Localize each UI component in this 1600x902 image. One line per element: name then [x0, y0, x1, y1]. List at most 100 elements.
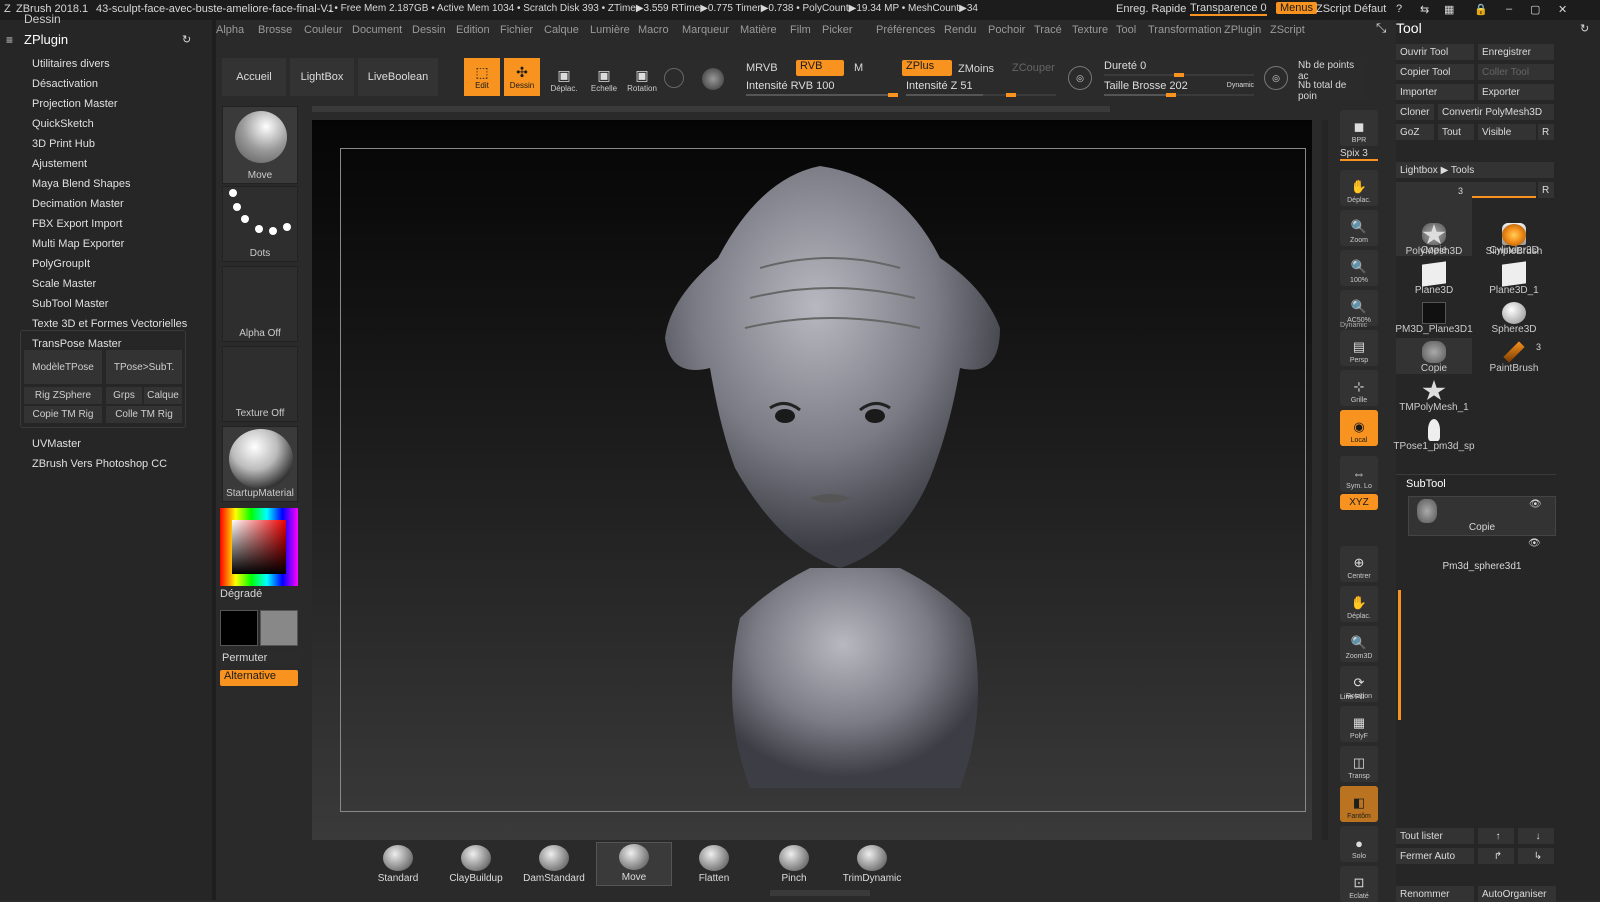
subtool-row[interactable]: Pm3d_sphere3d1 👁: [1408, 538, 1556, 574]
tool-button-9[interactable]: GoZ: [1396, 124, 1434, 140]
tool-button-4[interactable]: Coller Tool: [1478, 64, 1554, 80]
minimize-icon[interactable]: –: [1506, 3, 1512, 15]
rightbar-button-15[interactable]: ◧ Fantôm: [1340, 786, 1378, 822]
zplugin-item-12[interactable]: Scale Master: [32, 278, 96, 290]
claybuildup-brush-button[interactable]: ClayBuildup: [438, 842, 514, 886]
copy-tm-rig-button[interactable]: Copie TM Rig: [24, 406, 102, 423]
tool-tile-4[interactable]: SimpleBrush: [1476, 221, 1552, 257]
tool-button-8[interactable]: Convertir PolyMesh3D: [1438, 104, 1554, 120]
subtool-title[interactable]: SubTool: [1406, 478, 1446, 490]
switch-color-button[interactable]: Permuter: [220, 650, 298, 666]
move-brush-button[interactable]: Move: [596, 842, 672, 886]
zcut-button[interactable]: ZCouper: [1012, 62, 1055, 74]
main-color-swatch[interactable]: [220, 610, 258, 646]
menu-picker[interactable]: Picker: [822, 24, 853, 36]
sphere-icon[interactable]: [664, 68, 684, 88]
quick-save-button[interactable]: Enreg. Rapide: [1116, 3, 1186, 15]
transparency-slider[interactable]: Transparence 0: [1190, 2, 1267, 16]
tool-tile-3[interactable]: PolyMesh3D: [1396, 221, 1472, 257]
menus-button[interactable]: Menus: [1276, 2, 1318, 14]
lightbox-button[interactable]: LightBox: [290, 58, 354, 96]
hardness-slider[interactable]: Dureté 0: [1104, 60, 1254, 77]
line-fill-label[interactable]: Line Fill: [1340, 694, 1364, 701]
pinch-brush-button[interactable]: Pinch: [756, 842, 832, 886]
color-square[interactable]: [232, 520, 286, 574]
tool-panel-refresh-icon[interactable]: ↻: [1580, 22, 1589, 35]
tool-button-12[interactable]: R: [1538, 124, 1554, 140]
tool-panel-title[interactable]: Tool: [1396, 20, 1422, 36]
tool-tile-6[interactable]: Plane3D_1: [1476, 260, 1552, 296]
menu-pr-f-rences[interactable]: Préférences: [876, 24, 935, 36]
rightbar-button-10[interactable]: ✋ Déplac.: [1340, 586, 1378, 622]
rightbar-button-5[interactable]: ▤ Persp: [1340, 330, 1378, 366]
menu-zscript[interactable]: ZScript: [1270, 24, 1305, 36]
list-all-button[interactable]: Tout lister: [1396, 828, 1474, 844]
zplugin-item-8[interactable]: Decimation Master: [32, 198, 124, 210]
zbrush-photoshop-item[interactable]: ZBrush Vers Photoshop CC: [32, 458, 167, 470]
material-ball-icon[interactable]: [702, 68, 724, 90]
grps-button[interactable]: Grps: [106, 387, 142, 404]
close-icon[interactable]: ✕: [1558, 3, 1567, 16]
menu-fichier[interactable]: Fichier: [500, 24, 533, 36]
alpha-picker[interactable]: Alpha Off: [222, 266, 298, 342]
draw-button[interactable]: ✣ Dessin: [504, 58, 540, 96]
lock-icon[interactable]: 🔒: [1474, 3, 1488, 16]
rightbar-button-14[interactable]: ◫ Transp: [1340, 746, 1378, 782]
rightbar-button-9[interactable]: ⊕ Centrer: [1340, 546, 1378, 582]
redo-icon-button[interactable]: ↱: [1478, 848, 1514, 864]
tool-tile-7[interactable]: PM3D_Plane3D1: [1395, 299, 1473, 335]
spix-slider[interactable]: Spix 3: [1340, 148, 1378, 161]
menu-couleur[interactable]: Couleur: [304, 24, 343, 36]
menu-dessin[interactable]: Dessin: [412, 24, 446, 36]
layout-icon[interactable]: ▦: [1444, 3, 1454, 16]
menu-calque[interactable]: Calque: [544, 24, 579, 36]
flatten-brush-button[interactable]: Flatten: [676, 842, 752, 886]
xyz-symmetry-button[interactable]: XYZ: [1340, 494, 1378, 510]
rightbar-button-4[interactable]: 🔍 AC50%: [1340, 290, 1378, 326]
tool-button-3[interactable]: Copier Tool: [1396, 64, 1474, 80]
zplugin-item-7[interactable]: Maya Blend Shapes: [32, 178, 130, 190]
zplugin-item-1[interactable]: Utilitaires divers: [32, 58, 110, 70]
menu-film[interactable]: Film: [790, 24, 811, 36]
menu-pochoir[interactable]: Pochoir: [988, 24, 1025, 36]
menu-zplugin[interactable]: ZPlugin: [1224, 24, 1261, 36]
tool-button-5[interactable]: Importer: [1396, 84, 1474, 100]
liveboolean-button[interactable]: LiveBoolean: [358, 58, 438, 96]
dynamic-label[interactable]: Dynamic: [1227, 82, 1254, 89]
tool-tile-9[interactable]: Copie: [1396, 338, 1472, 374]
menu-trac-[interactable]: Tracé: [1034, 24, 1062, 36]
return-icon-button[interactable]: ↳: [1518, 848, 1554, 864]
paste-tm-rig-button[interactable]: Colle TM Rig: [106, 406, 182, 423]
subtool-eye-icon[interactable]: 👁: [1529, 499, 1542, 510]
brush-size-slider[interactable]: Taille Brosse 202 Dynamic: [1104, 80, 1254, 97]
bottom-tray-handle[interactable]: [770, 890, 870, 896]
menu-macro[interactable]: Macro: [638, 24, 669, 36]
tool-button-7[interactable]: Cloner: [1396, 104, 1434, 120]
menu-alpha[interactable]: Alpha: [216, 24, 244, 36]
panel-title[interactable]: ZPlugin: [24, 32, 68, 47]
material-picker[interactable]: StartupMaterial: [222, 426, 298, 502]
bpr-button[interactable]: ◼ BPR: [1340, 110, 1378, 146]
tool-tile-8[interactable]: Sphere3D: [1476, 299, 1552, 335]
move-button[interactable]: ▣ Déplac.: [546, 58, 582, 96]
toolbar-scroll-strip[interactable]: [312, 106, 1110, 112]
rightbar-button-1[interactable]: ✋ Déplac.: [1340, 170, 1378, 206]
zscript-default-button[interactable]: ZScript Défaut: [1316, 3, 1386, 15]
rightbar-button-2[interactable]: 🔍 Zoom: [1340, 210, 1378, 246]
swap-icon[interactable]: ⇆: [1420, 3, 1429, 16]
rightbar-button-8[interactable]: ⇔ Sym. Lo: [1340, 456, 1378, 492]
draw-size-icon[interactable]: ◎: [1264, 66, 1288, 90]
zsub-button[interactable]: ZMoins: [958, 63, 994, 75]
panel-header-dessin[interactable]: Dessin: [24, 12, 61, 26]
texture-picker[interactable]: Texture Off: [222, 346, 298, 422]
rightbar-button-16[interactable]: ● Solo: [1340, 826, 1378, 862]
subtool-scrollbar[interactable]: [1398, 590, 1401, 720]
tool-tile-5[interactable]: Plane3D: [1396, 260, 1472, 296]
menu-brosse[interactable]: Brosse: [258, 24, 292, 36]
dynamic-persp-label[interactable]: Dynamic: [1340, 322, 1367, 329]
layer-button[interactable]: Calque: [144, 387, 182, 404]
color-picker[interactable]: [220, 508, 298, 586]
model-tpose-button[interactable]: ModèleTPose: [24, 350, 102, 384]
trimdynamic-brush-button[interactable]: TrimDynamic: [834, 842, 910, 886]
refresh-icon[interactable]: ↻: [182, 33, 191, 46]
